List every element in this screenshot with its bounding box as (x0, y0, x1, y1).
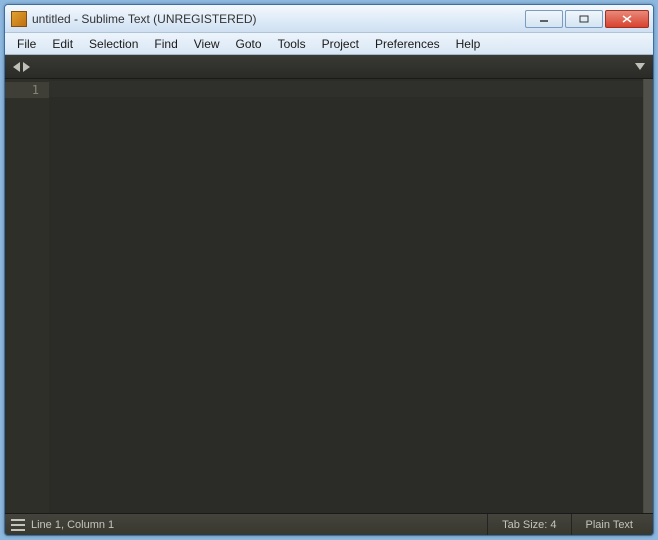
line-gutter[interactable]: 1 (5, 79, 49, 513)
menu-preferences[interactable]: Preferences (367, 35, 448, 53)
minimize-icon (539, 15, 549, 23)
line-number: 1 (5, 82, 49, 98)
minimize-button[interactable] (525, 10, 563, 28)
tab-dropdown-icon[interactable] (635, 63, 645, 70)
menu-file[interactable]: File (9, 35, 44, 53)
menu-view[interactable]: View (186, 35, 228, 53)
window-title: untitled - Sublime Text (UNREGISTERED) (32, 12, 525, 26)
menu-tools[interactable]: Tools (270, 35, 314, 53)
active-line-highlight (49, 81, 643, 97)
editor-body[interactable] (49, 79, 643, 513)
menu-find[interactable]: Find (146, 35, 185, 53)
panel-switcher-icon[interactable] (11, 519, 25, 531)
menu-selection[interactable]: Selection (81, 35, 146, 53)
maximize-button[interactable] (565, 10, 603, 28)
menu-project[interactable]: Project (314, 35, 367, 53)
status-bar: Line 1, Column 1 Tab Size: 4 Plain Text (5, 513, 653, 535)
app-icon (11, 11, 27, 27)
titlebar[interactable]: untitled - Sublime Text (UNREGISTERED) (5, 5, 653, 33)
scrollbar-thumb[interactable] (644, 79, 653, 513)
status-position[interactable]: Line 1, Column 1 (31, 519, 487, 531)
close-icon (622, 15, 632, 23)
tab-nav (13, 62, 30, 72)
tab-bar (5, 55, 653, 79)
vertical-scrollbar[interactable] (643, 79, 653, 513)
tab-next-icon[interactable] (23, 62, 30, 72)
menu-edit[interactable]: Edit (44, 35, 81, 53)
menu-goto[interactable]: Goto (228, 35, 270, 53)
maximize-icon (579, 15, 589, 23)
window-controls (525, 10, 649, 28)
app-window: untitled - Sublime Text (UNREGISTERED) F… (4, 4, 654, 536)
status-syntax[interactable]: Plain Text (571, 514, 648, 535)
menu-help[interactable]: Help (448, 35, 489, 53)
status-tab-size[interactable]: Tab Size: 4 (487, 514, 570, 535)
menubar: File Edit Selection Find View Goto Tools… (5, 33, 653, 55)
editor-content: 1 Line 1, Column 1 Tab Size: 4 Plain Tex… (5, 55, 653, 535)
close-button[interactable] (605, 10, 649, 28)
tab-prev-icon[interactable] (13, 62, 20, 72)
editor-area: 1 (5, 79, 653, 513)
